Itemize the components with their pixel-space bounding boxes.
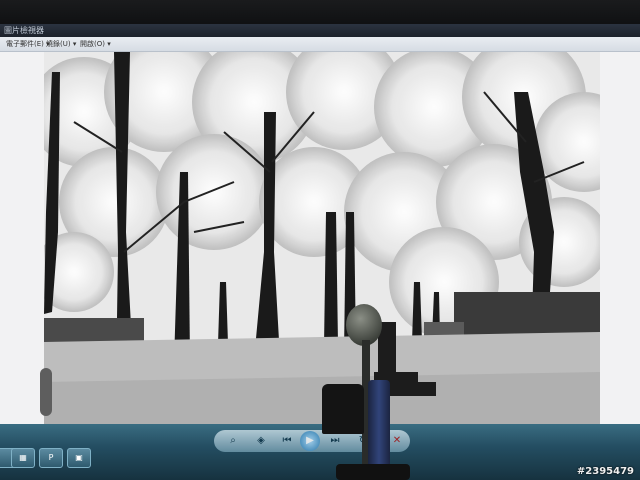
delete-icon[interactable]: ✕ xyxy=(390,434,404,448)
park-trees-image xyxy=(44,52,600,436)
next-icon[interactable]: ⏭ xyxy=(328,434,342,448)
fit-icon[interactable]: ◈ xyxy=(254,434,268,448)
window-title: 圖片檢視器 xyxy=(4,26,44,35)
window-titlebar: 圖片檢視器 xyxy=(0,24,640,37)
menu-item-email[interactable]: 電子郵件(E) xyxy=(6,39,50,49)
displayed-photo xyxy=(44,52,600,436)
previous-icon[interactable]: ⏮ xyxy=(280,434,294,448)
taskbar-app-powerpoint[interactable]: P xyxy=(39,448,63,468)
taskbar-app-photo-viewer[interactable]: ▣ xyxy=(67,448,91,468)
foreground-object xyxy=(40,368,52,416)
taskbar: ▦ P ▣ ⌕ ◈ ⏮ ▶ ⏭ ↻ ✕ xyxy=(0,424,640,480)
camera-cable xyxy=(368,380,390,470)
watermark-id: #2395479 xyxy=(576,466,634,477)
play-slideshow-icon[interactable]: ▶ xyxy=(300,431,320,451)
menu-item-open[interactable]: 開啟(O) xyxy=(80,39,111,49)
taskbar-app-explorer[interactable]: ▦ xyxy=(11,448,35,468)
camera-mount-grip xyxy=(322,384,364,434)
zoom-icon[interactable]: ⌕ xyxy=(226,434,240,448)
menu-bar: 電子郵件(E) 燒錄(U) 開啟(O) xyxy=(0,37,640,52)
image-viewer-canvas xyxy=(0,52,640,436)
camera-mount-base xyxy=(336,464,410,480)
menu-item-burn[interactable]: 燒錄(U) xyxy=(46,39,76,49)
